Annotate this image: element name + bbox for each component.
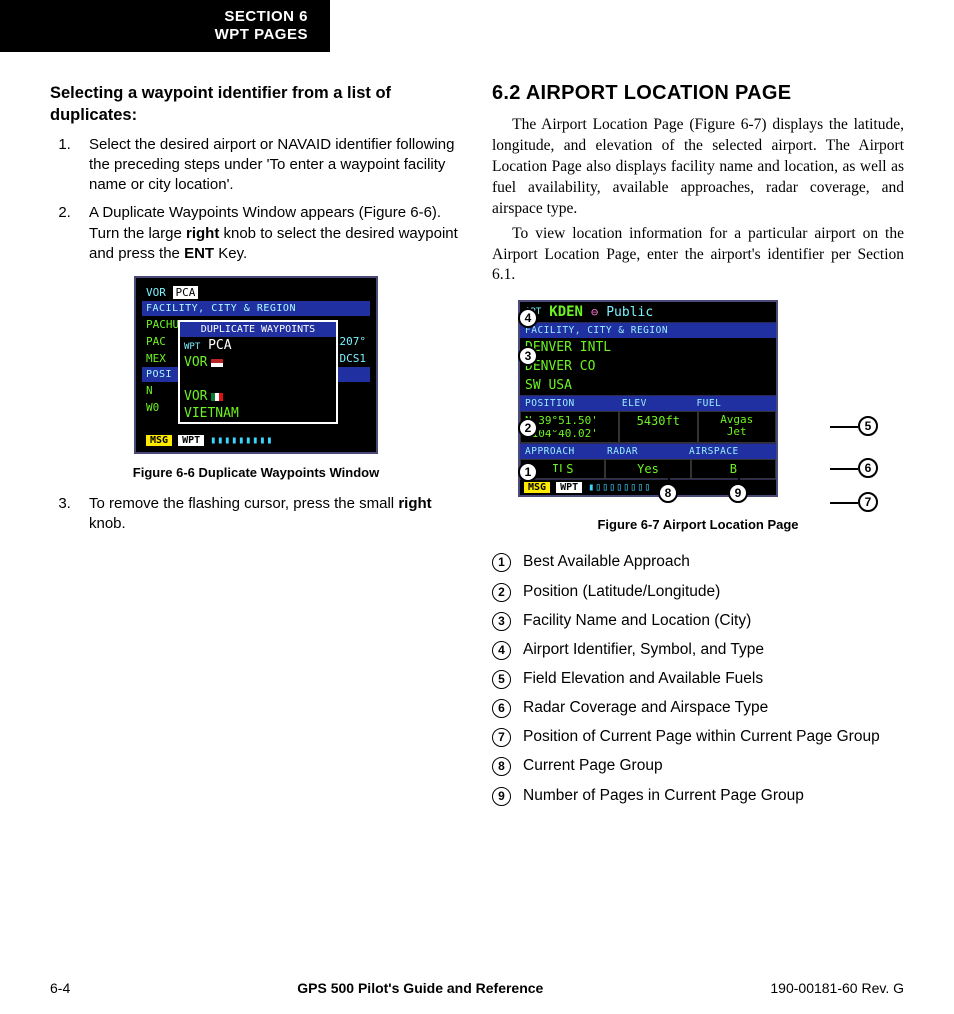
callout-6: 6 [858,458,878,478]
section-6-2-heading: 6.2 AIRPORT LOCATION PAGE [492,82,904,105]
left-column: Selecting a waypoint identifier from a l… [50,82,462,815]
section-title: WPT PAGES [10,26,308,44]
callout-legend: 1Best Available Approach 2Position (Lati… [492,552,904,805]
right-column: 6.2 AIRPORT LOCATION PAGE The Airport Lo… [492,82,904,815]
callout-5: 5 [858,416,878,436]
steps-list-cont: To remove the flashing cursor, press the… [50,494,462,535]
fig67-screen: APT KDEN ⊖ Public FACILITY, CITY & REGIO… [518,300,778,497]
step-3: To remove the flashing cursor, press the… [75,494,462,535]
legend-item: 4Airport Identifier, Symbol, and Type [492,640,904,660]
callout-8: 8 [658,483,678,503]
callout-9: 9 [728,483,748,503]
fig67-caption: Figure 6-7 Airport Location Page [492,517,904,532]
page-footer: 6-4 GPS 500 Pilot's Guide and Reference … [0,980,954,996]
fig66-caption: Figure 6-6 Duplicate Waypoints Window [50,465,462,480]
step-1: Select the desired airport or NAVAID ide… [75,135,462,196]
fig66-bottom-bar: MSG WPT ▮▮▮▮▮▮▮▮▮ [142,433,370,448]
legend-item: 6Radar Coverage and Airspace Type [492,698,904,718]
section-number: SECTION 6 [10,8,308,26]
page-number: 6-4 [50,980,70,996]
legend-item: 2Position (Latitude/Longitude) [492,582,904,602]
step-2: A Duplicate Waypoints Window appears (Fi… [75,203,462,264]
fig66-screen: VOR PCA FACILITY, CITY & REGION PACHUCA … [134,276,378,454]
flag-icon [211,393,223,401]
figure-6-7: 4 3 2 1 5 6 7 8 9 [518,300,878,497]
flag-icon [211,359,223,367]
steps-list: Select the desired airport or NAVAID ide… [50,135,462,265]
duplicate-waypoints-popup: DUPLICATE WAYPOINTS WPT PCA VOR MEXICO V… [178,320,338,424]
section-header-tab: SECTION 6 WPT PAGES [0,0,330,52]
para-2: To view location information for a parti… [492,224,904,287]
doc-revision: 190-00181-60 Rev. G [770,980,904,996]
figure-6-6: VOR PCA FACILITY, CITY & REGION PACHUCA … [50,276,462,480]
legend-item: 9Number of Pages in Current Page Group [492,786,904,806]
legend-item: 7Position of Current Page within Current… [492,727,904,747]
footer-title: GPS 500 Pilot's Guide and Reference [297,980,543,996]
legend-item: 1Best Available Approach [492,552,904,572]
legend-item: 3Facility Name and Location (City) [492,611,904,631]
legend-item: 5Field Elevation and Available Fuels [492,669,904,689]
left-subhead: Selecting a waypoint identifier from a l… [50,82,462,127]
airport-symbol-icon: ⊖ [591,305,598,319]
callout-7: 7 [858,492,878,512]
para-1: The Airport Location Page (Figure 6-7) d… [492,115,904,220]
legend-item: 8Current Page Group [492,756,904,776]
